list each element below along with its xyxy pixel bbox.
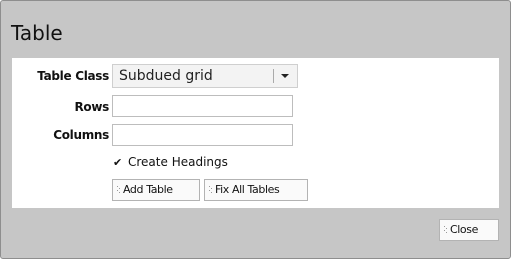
table-dialog: Table Table Class Subdued grid Rows Colu… <box>0 0 511 259</box>
close-button[interactable]: Close <box>439 219 499 241</box>
add-table-label: Add Table <box>123 183 173 196</box>
chevron-down-icon[interactable] <box>281 74 289 78</box>
columns-label: Columns <box>53 128 109 142</box>
create-headings-checkbox[interactable]: ✔ <box>113 157 124 168</box>
create-headings-label: Create Headings <box>128 155 228 169</box>
create-headings-option[interactable]: ✔ Create Headings <box>113 155 228 169</box>
table-form-panel: Table Class Subdued grid Rows Columns ✔ C… <box>12 58 499 208</box>
dialog-title: Table <box>11 21 63 45</box>
select-divider <box>273 69 274 83</box>
grip-icon <box>117 186 120 194</box>
table-class-select[interactable]: Subdued grid <box>112 64 298 88</box>
columns-input[interactable] <box>112 124 293 146</box>
close-label: Close <box>450 223 478 236</box>
fix-all-tables-button[interactable]: Fix All Tables <box>204 179 308 201</box>
table-class-value: Subdued grid <box>119 68 213 84</box>
grip-icon <box>444 226 447 234</box>
add-table-button[interactable]: Add Table <box>112 179 200 201</box>
rows-input[interactable] <box>112 95 293 117</box>
table-class-label: Table Class <box>37 69 109 83</box>
fix-all-tables-label: Fix All Tables <box>215 183 280 196</box>
rows-label: Rows <box>74 100 109 114</box>
grip-icon <box>209 186 212 194</box>
